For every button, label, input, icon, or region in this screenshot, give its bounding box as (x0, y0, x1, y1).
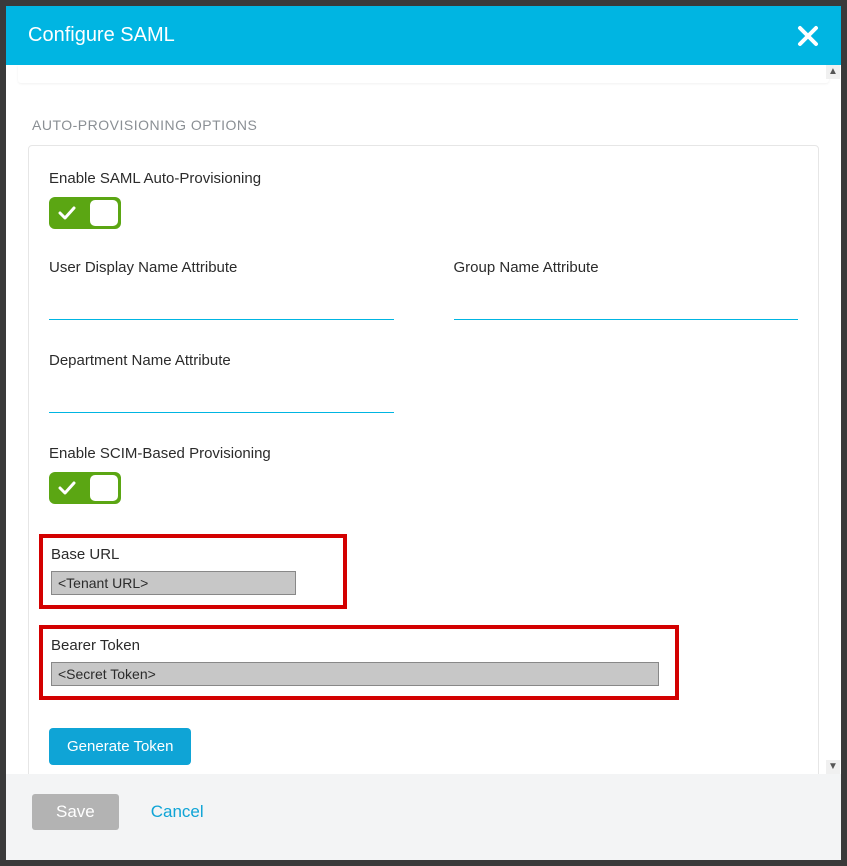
modal-body[interactable]: ▲ AUTO-PROVISIONING OPTIONS Enable SAML … (6, 65, 841, 774)
user-display-name-label: User Display Name Attribute (49, 259, 394, 276)
modal-footer: Save Cancel (6, 774, 841, 860)
base-url-field[interactable] (51, 571, 296, 595)
check-icon (52, 206, 76, 220)
enable-scim-label: Enable SCIM-Based Provisioning (49, 445, 798, 462)
enable-saml-label: Enable SAML Auto-Provisioning (49, 170, 798, 187)
modal-header: Configure SAML (6, 6, 841, 65)
base-url-label: Base URL (51, 546, 335, 563)
generate-token-button[interactable]: Generate Token (49, 728, 191, 765)
modal-title: Configure SAML (28, 24, 175, 47)
base-url-highlight: Base URL (39, 534, 347, 609)
section-heading: AUTO-PROVISIONING OPTIONS (6, 83, 841, 145)
group-name-label: Group Name Attribute (454, 259, 799, 276)
close-button[interactable] (797, 25, 819, 47)
group-name-input[interactable] (454, 286, 799, 320)
scroll-down-icon[interactable]: ▼ (826, 760, 840, 774)
autoprovisioning-card: Enable SAML Auto-Provisioning User Displ… (28, 145, 819, 774)
department-name-input[interactable] (49, 379, 394, 413)
previous-section-edge (18, 65, 829, 83)
close-icon (797, 25, 819, 47)
enable-saml-toggle[interactable] (49, 197, 121, 229)
user-display-name-input[interactable] (49, 286, 394, 320)
toggle-knob (90, 475, 118, 501)
department-name-label: Department Name Attribute (49, 352, 394, 369)
enable-scim-toggle[interactable] (49, 472, 121, 504)
bearer-token-field[interactable] (51, 662, 659, 686)
check-icon (52, 481, 76, 495)
cancel-link[interactable]: Cancel (151, 802, 204, 822)
toggle-knob (90, 200, 118, 226)
save-button[interactable]: Save (32, 794, 119, 830)
configure-saml-modal: Configure SAML ▲ AUTO-PROVISIONING OPTIO… (6, 6, 841, 860)
bearer-token-label: Bearer Token (51, 637, 667, 654)
scroll-up-icon[interactable]: ▲ (826, 65, 840, 79)
bearer-token-highlight: Bearer Token (39, 625, 679, 700)
